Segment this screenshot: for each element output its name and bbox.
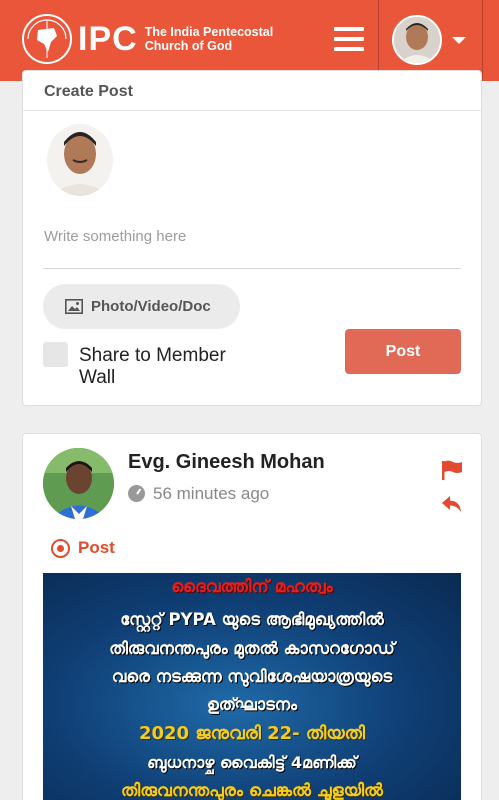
create-post-card: Create Post Photo/Video/Doc Share to Mem… [22,70,482,406]
create-post-title: Create Post [44,83,133,100]
header-divider-right [482,0,483,81]
post-button[interactable]: Post [345,329,461,374]
globe-logo-icon [22,14,72,64]
image-text-line: 2020 ജനുവരി 22- തിയതി [138,723,366,744]
clock-icon [128,485,145,502]
logo-abbreviation: IPC [78,19,138,58]
attach-media-label: Photo/Video/Doc [91,298,211,315]
reply-icon[interactable] [441,495,463,513]
divider [23,110,481,111]
image-text-line: ബുധനാഴ്ച വൈകിട്ട് 4മണിക്ക് [147,753,357,772]
image-text-line: ഉത്ഘാടനം [206,695,298,714]
author-avatar[interactable] [43,448,114,519]
feed-post-card: Evg. Gineesh Mohan 56 minutes ago Post ദ… [22,433,482,800]
ipc-logo[interactable]: IPC The India Pentecostal Church of God [22,13,273,65]
image-text-line: ദൈവത്തിന് മഹത്വം [171,577,333,597]
flag-icon[interactable] [441,460,463,480]
author-name[interactable]: Evg. Gineesh Mohan [128,451,325,474]
composer-avatar [47,124,113,196]
post-timestamp: 56 minutes ago [153,484,270,503]
post-image[interactable]: ദൈവത്തിന് മഹത്വം സ്റ്റേറ്റ് PYPA യുടെ ആഭ… [43,573,461,800]
image-text-line: തിരുവനന്തപുരം ചെങ്കൽ ചൂളയിൽ [120,781,383,800]
image-text-line: വരെ നടക്കുന്ന സുവിശേഷയാത്രയുടെ [111,667,393,686]
header-divider [378,0,379,81]
hamburger-menu-icon[interactable] [334,27,364,51]
logo-name-line1: The India Pentecostal [144,25,274,39]
user-avatar[interactable] [392,15,442,65]
post-type-badge: Post [51,538,115,558]
image-text-line: സ്റ്റേറ്റ് PYPA യുടെ ആഭിമുഖ്യത്തിൽ [120,610,384,629]
image-icon [65,299,83,314]
logo-name-line2: Church of God [144,39,233,53]
logo-full-name: The India Pentecostal Church of God [145,25,274,53]
post-text-input[interactable] [43,204,461,269]
post-type-label: Post [78,538,115,557]
image-text-line: തിരുവനന്തപുരം മുതൽ കാസറഗോഡ് [109,639,395,658]
share-member-wall-label: Share to Member Wall [79,345,226,388]
top-navbar: IPC The India Pentecostal Church of God [0,0,499,81]
attach-media-button[interactable]: Photo/Video/Doc [43,284,240,329]
target-icon [51,538,70,558]
share-member-wall-checkbox[interactable] [43,342,68,367]
chevron-down-icon[interactable] [452,37,466,44]
